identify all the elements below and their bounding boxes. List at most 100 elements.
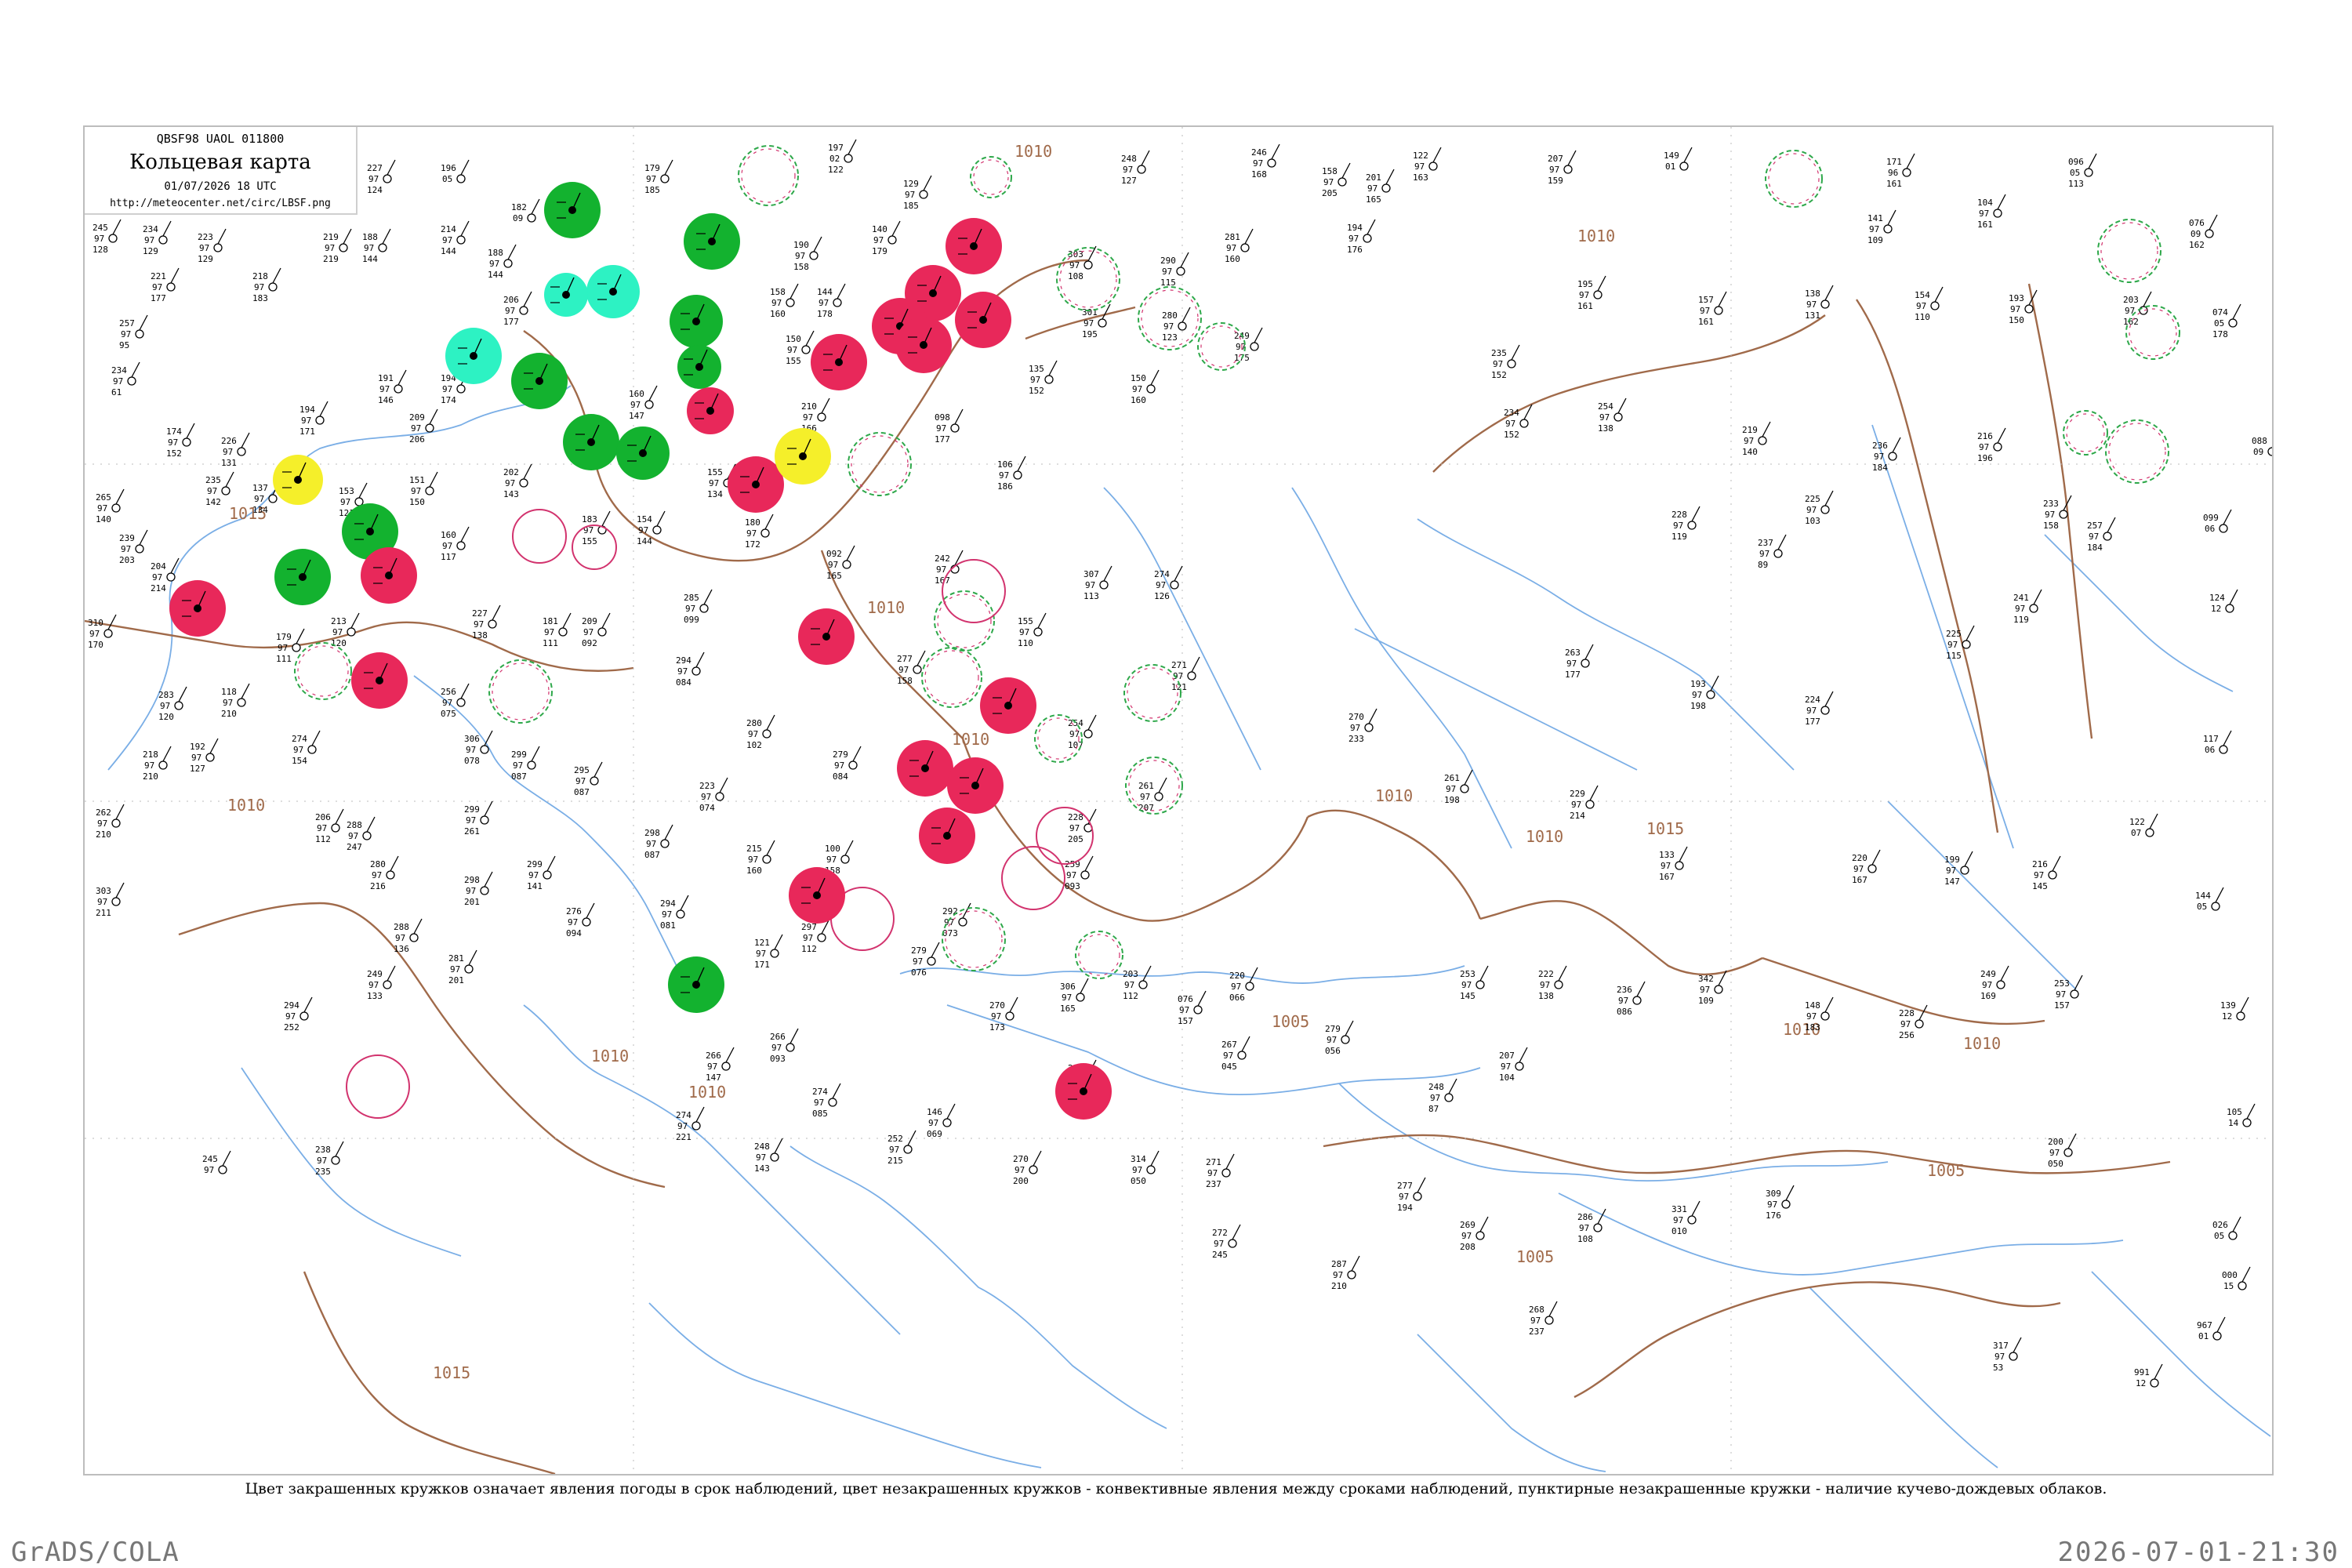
station-temperature: 253 [1460,969,1475,979]
wind-barb [703,589,713,605]
station-plot: 15097155 [786,330,815,366]
station-plot: 21697196 [1977,427,2006,463]
wind-barb [664,159,673,176]
station-plot: 27797158 [897,650,926,686]
station-dewpoint: 210 [96,829,111,840]
station-temperature: 331 [1671,1204,1687,1214]
station-circle [1613,412,1623,422]
station-dewpoint: 066 [1229,993,1245,1003]
wind-barb [1906,153,1915,169]
station-code: 97 [1806,299,1817,310]
station-dewpoint: 237 [1206,1179,1221,1189]
station-plot: 34297109 [1698,970,1727,1006]
station-code: 97 [898,665,909,675]
station-dewpoint: 161 [1698,317,1714,327]
station-code: 97 [1530,1316,1541,1326]
footer-software-label: GrADS/COLA [11,1537,180,1568]
station-temperature: 279 [1325,1024,1341,1034]
station-plot: 15897160 [770,283,799,319]
station-circle [2205,229,2214,238]
station-circle [331,1156,340,1165]
cumulonimbus-inner-ring [973,159,1009,195]
station-dewpoint: 145 [1460,991,1475,1001]
station-circle [809,251,818,260]
station-plot: 22497177 [1805,691,1834,727]
station-circle [801,345,811,354]
station-circle [1475,980,1485,989]
station-circle [582,917,591,927]
station-temperature: 220 [1852,853,1867,863]
station-plot: 21697145 [2032,855,2061,891]
station-dewpoint: 214 [151,583,166,593]
station-temperature: 295 [574,765,590,775]
cumulonimbus-inner-ring [741,148,796,203]
station-circle [378,243,387,252]
station-code: 97 [646,174,656,184]
station-temperature: 249 [367,969,383,979]
station-code: 97 [1806,505,1817,515]
coastlines [107,385,2271,1472]
station-dewpoint: 129 [198,254,213,264]
station-code: 97 [332,627,343,637]
isobar-label: 1010 [1375,786,1413,805]
wind-barb [397,369,407,386]
station-temperature: 257 [2087,521,2103,531]
wind-barb [225,471,234,488]
station-temperature: 234 [1504,408,1519,418]
station-plot: 10497161 [1977,194,2006,230]
wind-barb [1385,169,1395,185]
isobar-label: 1005 [1516,1247,1554,1266]
station-temperature: 285 [684,593,699,603]
station-code: 97 [1947,640,1958,650]
station-plot: 21597160 [746,840,775,876]
station-plot: 19397150 [2009,289,2038,325]
wind-barb [460,159,470,176]
synoptic-map: 1010 1015 1010 1010 1010 1010 1010 1010 1010 1010… [83,125,2274,1475]
station-code: 09 [2190,229,2201,239]
station-code: 97 [1162,267,1172,277]
station-circle [1444,1093,1454,1102]
station-temperature: 307 [1083,569,1099,579]
station-dewpoint: 085 [812,1109,828,1119]
wind-barb [774,1138,783,1154]
station-temperature: 314 [1131,1154,1146,1164]
station-dewpoint: 167 [935,575,950,586]
thunderstorm-circle [919,808,975,864]
thunderstorm-circle [946,218,1002,274]
station-circle [409,933,419,942]
cumulonimbus-inner-ring [2129,308,2177,357]
station-temperature: 226 [221,436,237,446]
station-code: 97 [873,235,884,245]
station-circle [1245,982,1254,991]
station-temperature: 183 [582,514,597,524]
station-circle [1076,993,1085,1002]
station-temperature: 245 [93,223,108,233]
station-temperature: 239 [119,533,135,543]
wind-barb [387,159,396,176]
station-dewpoint: 159 [1548,176,1563,186]
wind-barb [387,965,396,982]
station-code: 97 [301,416,311,426]
map-canvas: 1010 1015 1010 1010 1010 1010 1010 1010 1010 1010… [85,127,2272,1474]
station-dewpoint: 183 [1805,1022,1820,1033]
wind-barb [1351,1255,1360,1272]
station-circle [927,956,936,966]
wind-barb [272,267,281,284]
station-temperature: 209 [409,412,425,423]
station-circle [2084,168,2093,177]
station-temperature: 225 [1946,629,1962,639]
station-temperature: 106 [997,459,1013,470]
station-circle [2238,1281,2247,1290]
wind-barb [1033,1150,1042,1167]
station-code: 97 [1030,375,1040,385]
station-dewpoint: 145 [2032,881,2048,891]
station-dewpoint: 069 [927,1129,942,1139]
station-temperature: 228 [1068,812,1083,822]
station-plot: 25397157 [2054,975,2083,1011]
wind-barb [1249,967,1258,983]
wind-barb [1367,219,1376,235]
station-code: 97 [442,698,452,708]
wind-barb [813,236,822,252]
station-plot: 02605 [2212,1216,2241,1241]
rain-circle [616,426,670,480]
